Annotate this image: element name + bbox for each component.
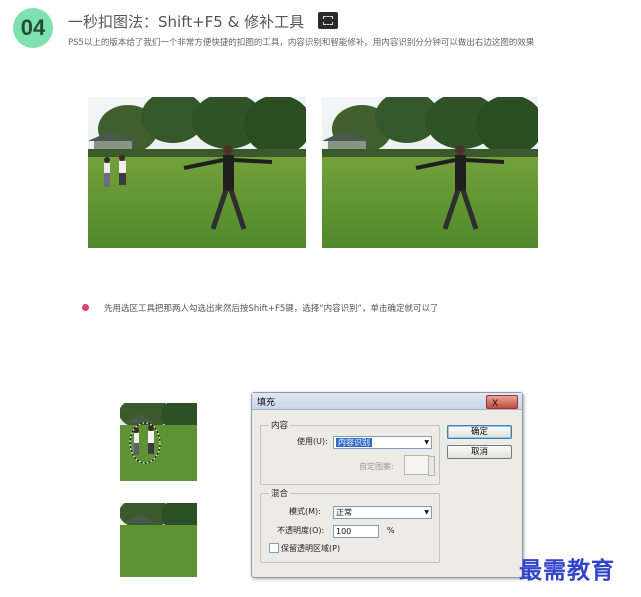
bullet-dot: [82, 304, 89, 311]
opacity-unit: %: [387, 526, 395, 535]
page-title: 一秒扣图法：Shift+F5 & 修补工具: [68, 13, 305, 31]
opacity-label: 不透明度(O):: [277, 526, 325, 535]
contents-group-label: 内容: [269, 419, 291, 431]
preserve-transparency-label: 保留透明区域(P): [281, 544, 341, 553]
close-icon: X: [492, 399, 499, 409]
dialog-title-bar: 填充 X: [252, 393, 522, 410]
chevron-down-icon: ▼: [424, 439, 429, 446]
after-photo: [322, 97, 538, 248]
use-select[interactable]: 内容识别 ▼: [333, 436, 432, 449]
blending-group-label: 混合: [269, 487, 291, 499]
preserve-transparency-checkbox[interactable]: [269, 543, 279, 553]
patch-tool-icon: [318, 12, 338, 29]
fill-dialog: 填充 X 内容 使用(U): 内容识别 ▼ 自定图案: 混合 模式(M): 正常…: [251, 392, 523, 578]
cancel-button[interactable]: 取消: [447, 445, 512, 459]
mode-select[interactable]: 正常 ▼: [333, 506, 432, 519]
use-value: 内容识别: [336, 438, 372, 447]
watermark-text: 最需教育: [519, 557, 615, 584]
before-photo: [88, 97, 306, 248]
result-thumbnail: [120, 503, 197, 577]
selection-thumbnail: [120, 403, 197, 481]
opacity-input[interactable]: 100: [333, 525, 379, 538]
mode-value: 正常: [336, 508, 352, 517]
close-button[interactable]: X: [486, 395, 518, 409]
blending-group: 混合 模式(M): 正常 ▼ 不透明度(O): 100 % 保留透明区域(P): [260, 487, 440, 563]
dialog-title: 填充: [257, 398, 276, 408]
ok-button[interactable]: 确定: [447, 425, 512, 439]
step-number: 04: [20, 15, 46, 40]
custom-pattern-label: 自定图案:: [359, 462, 394, 471]
instruction-text: 先用选区工具把那两人勾选出来然后按Shift+F5键，选择“内容识别”，单击确定…: [104, 304, 439, 314]
page-subtitle: PS5以上的版本给了我们一个非常方便快捷的扣图的工具，内容识别和智能修补。用内容…: [68, 38, 535, 48]
mode-label: 模式(M):: [289, 507, 321, 516]
custom-pattern-picker[interactable]: [404, 455, 435, 476]
chevron-down-icon: ▼: [424, 509, 429, 516]
use-label: 使用(U):: [297, 437, 328, 446]
contents-group: 内容 使用(U): 内容识别 ▼ 自定图案:: [260, 419, 440, 485]
step-badge: 04: [13, 8, 53, 48]
